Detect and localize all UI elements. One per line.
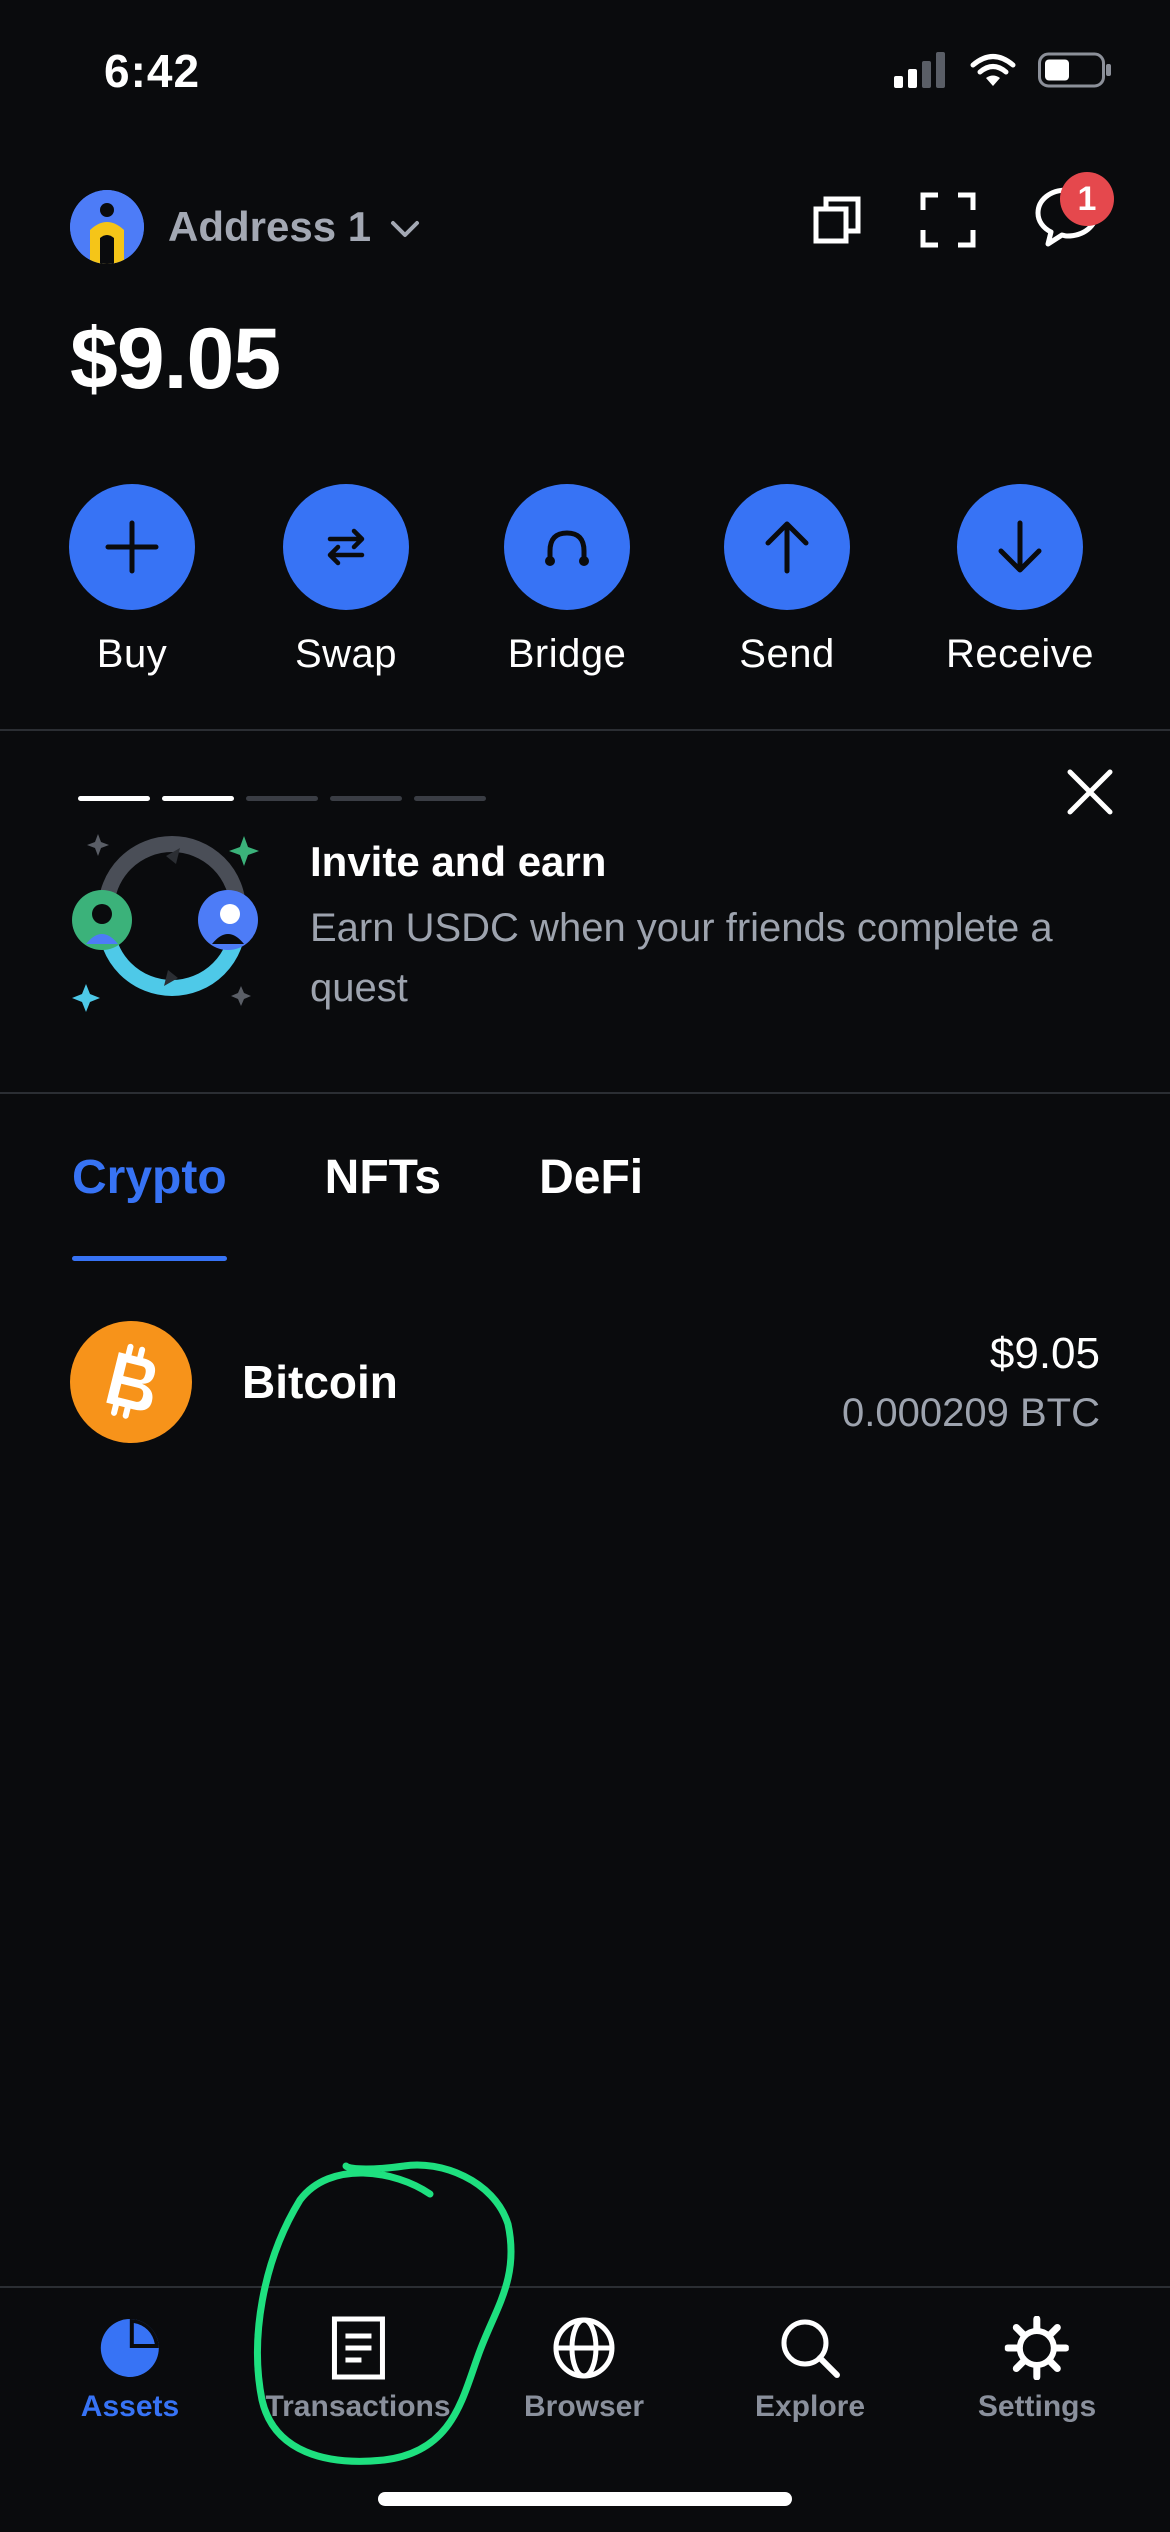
receive-circle: [956, 484, 1083, 610]
progress-segment: [246, 796, 318, 801]
pie-chart-icon: [101, 2319, 159, 2377]
nav-settings[interactable]: Settings: [978, 2316, 1096, 2424]
swap-circle: [283, 484, 409, 610]
tab-defi[interactable]: DeFi: [539, 1150, 643, 1261]
progress-segment: [414, 796, 486, 801]
asset-values: $9.05 0.000209 BTC: [842, 1329, 1100, 1436]
asset-usd-value: $9.05: [989, 1328, 1100, 1378]
tab-nfts[interactable]: NFTs: [325, 1150, 441, 1261]
promo-title: Invite and earn: [310, 838, 607, 885]
notification-badge: 1: [1060, 172, 1114, 226]
chat-button[interactable]: 1: [1034, 172, 1114, 253]
signal-icon: [894, 52, 945, 88]
address-selector[interactable]: Address 1: [70, 190, 421, 264]
progress-segment: [330, 796, 402, 801]
home-indicator: [378, 2492, 792, 2506]
document-icon: [331, 2316, 385, 2380]
address-label: Address 1: [168, 203, 372, 250]
section-divider: [0, 729, 1170, 731]
nav-assets[interactable]: Assets: [81, 2316, 179, 2424]
nav-label: Explore: [754, 2390, 866, 2423]
tab-crypto[interactable]: Crypto: [72, 1150, 227, 1261]
asset-tabs: Crypto NFTs DeFi: [72, 1150, 643, 1261]
invite-illustration: [72, 834, 259, 1012]
globe-icon: [553, 2317, 615, 2379]
arrow-down-icon: [998, 520, 1042, 573]
nav-explore[interactable]: Explore: [755, 2316, 865, 2424]
send-label: Send: [739, 632, 835, 676]
total-balance: $9.05: [70, 311, 281, 407]
receive-button[interactable]: Receive: [946, 484, 1094, 677]
action-buttons: Buy Swap Bridge Send Receive: [0, 484, 1170, 684]
plus-icon: [105, 520, 159, 574]
nav-label: Browser: [523, 2390, 645, 2423]
status-icons: [894, 52, 1112, 88]
nav-label: Transactions: [265, 2390, 451, 2423]
nav-browser[interactable]: Browser: [524, 2316, 644, 2424]
header-actions: 1: [812, 172, 1114, 253]
progress-segment: [162, 796, 234, 801]
copy-icon[interactable]: [812, 195, 862, 245]
section-divider: [0, 1092, 1170, 1094]
bottom-nav-divider: [0, 2286, 1170, 2288]
battery-icon: [1038, 52, 1111, 88]
asset-name: Bitcoin: [242, 1356, 398, 1408]
promo-progress: [78, 796, 486, 801]
gear-icon: [1004, 2316, 1069, 2380]
search-icon: [781, 2319, 840, 2378]
buy-circle: [69, 484, 195, 610]
scan-icon[interactable]: [920, 192, 976, 248]
avatar: [70, 190, 144, 264]
arrow-up-icon: [765, 521, 809, 574]
asset-amount: 0.000209 BTC: [842, 1390, 1100, 1435]
nav-label: Assets: [80, 2390, 180, 2423]
promo-description: Earn USDC when your friends complete a q…: [310, 906, 1053, 1010]
swap-label: Swap: [294, 632, 398, 676]
send-button[interactable]: Send: [724, 484, 850, 677]
buy-button[interactable]: Buy: [69, 484, 195, 677]
bridge-circle: [504, 484, 630, 610]
swap-button[interactable]: Swap: [283, 484, 409, 677]
status-time: 6:42: [104, 45, 201, 97]
close-icon[interactable]: [1062, 764, 1118, 820]
bottom-nav: Assets Transactions Browser Explore Sett…: [0, 2316, 1170, 2436]
swap-icon: [327, 528, 365, 566]
bridge-button[interactable]: Bridge: [504, 484, 630, 677]
buy-label: Buy: [96, 632, 168, 676]
bridge-label: Bridge: [507, 632, 627, 676]
wifi-icon: [970, 54, 1016, 86]
chevron-down-icon: [391, 221, 420, 237]
bridge-icon: [545, 530, 589, 566]
nav-transactions[interactable]: Transactions: [265, 2316, 451, 2424]
receive-label: Receive: [945, 632, 1095, 676]
asset-row-bitcoin[interactable]: Bitcoin $9.05 0.000209 BTC: [70, 1320, 1100, 1444]
nav-label: Settings: [977, 2390, 1097, 2423]
bitcoin-icon: [70, 1321, 192, 1443]
send-circle: [724, 484, 850, 610]
progress-segment: [78, 796, 150, 801]
